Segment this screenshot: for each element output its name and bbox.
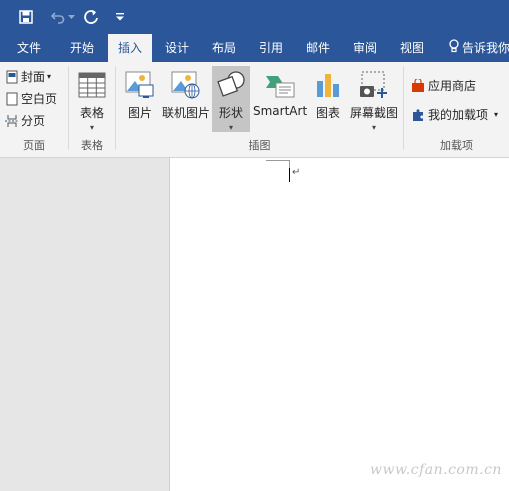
undo-icon[interactable] [48,7,68,27]
tab-design[interactable]: 设计 [155,34,199,62]
customize-toolbar-icon[interactable] [110,7,130,27]
text-cursor [289,168,290,182]
picture-icon [122,68,158,102]
chevron-down-icon: ▾ [47,72,52,81]
online-picture-icon [168,68,204,102]
cover-page-button[interactable]: 封面 ▾ [5,67,51,87]
margin-marker [266,160,290,161]
table-label: 表格 [79,106,104,120]
chevron-down-icon: ▾ [494,110,499,119]
shapes-button[interactable]: 形状 ▾ [212,66,250,132]
chevron-down-icon: ▾ [228,123,233,132]
document-page[interactable]: ↵ [169,158,509,491]
tab-review[interactable]: 审阅 [343,34,387,62]
blank-page-icon [5,91,19,107]
screenshot-button[interactable]: 屏幕截图 ▾ [349,66,399,132]
picture-label: 图片 [127,106,152,120]
tables-group-label: 表格 [81,139,103,152]
screenshot-label: 屏幕截图 [349,106,398,120]
pages-group-label: 页面 [23,139,45,152]
store-label: 应用商店 [428,79,477,93]
smartart-label: SmartArt [253,104,308,118]
smartart-icon [262,68,298,102]
title-bar [0,0,509,34]
page-break-button[interactable]: 分页 [5,111,45,131]
addins-group-label: 加载项 [440,139,473,152]
smartart-button[interactable]: SmartArt [253,66,307,132]
chevron-down-icon: ▾ [371,123,376,132]
tab-file[interactable]: 文件 [5,34,53,62]
table-button[interactable]: 表格 ▾ [72,66,112,132]
screenshot-icon [356,68,392,102]
tell-me-box[interactable]: 告诉我你 [448,34,509,62]
tab-insert[interactable]: 插入 [108,34,152,62]
tab-view[interactable]: 视图 [390,34,434,62]
blank-page-button[interactable]: 空白页 [5,89,57,109]
shapes-icon [213,68,249,102]
tab-home[interactable]: 开始 [56,34,108,62]
paragraph-mark: ↵ [292,167,301,178]
watermark: www.cfan.com.cn [370,462,502,478]
save-icon[interactable] [16,7,36,27]
online-picture-button[interactable]: 联机图片 [161,66,211,132]
table-icon [74,68,110,102]
my-addins-button[interactable]: 我的加载项 ▾ [410,105,498,125]
chart-button[interactable]: 图表 [309,66,347,132]
online-picture-label: 联机图片 [161,106,210,120]
tell-me-label: 告诉我你 [462,41,509,55]
my-addins-label: 我的加载项 [428,108,489,122]
chevron-down-icon: ▾ [89,123,94,132]
illustrations-group-label: 插图 [248,139,271,152]
store-icon [410,78,426,94]
tab-layout[interactable]: 布局 [202,34,246,62]
chart-icon [310,68,346,102]
my-addins-icon [410,107,426,123]
chart-label: 图表 [315,106,340,120]
redo-icon[interactable] [82,7,102,27]
blank-page-label: 空白页 [21,92,58,106]
undo-dropdown-icon[interactable] [66,7,76,27]
tab-mailings[interactable]: 邮件 [296,34,340,62]
lightbulb-icon [448,35,460,63]
picture-button[interactable]: 图片 [121,66,159,132]
cover-page-icon [5,69,19,85]
tab-references[interactable]: 引用 [249,34,293,62]
page-break-icon [5,113,19,129]
page-break-label: 分页 [21,114,46,128]
cover-page-label: 封面 [21,70,46,84]
store-button[interactable]: 应用商店 [410,76,476,96]
ribbon-tabs: 文件 开始 插入 设计 布局 引用 邮件 审阅 视图 告诉我你 [0,34,509,62]
ribbon: 封面 ▾ 空白页 分页 页面 表格 ▾ 表格 图片 联机图片 形状 ▾ Smar… [0,62,509,158]
shapes-label: 形状 [218,106,243,120]
document-area: ↵ [0,158,509,491]
